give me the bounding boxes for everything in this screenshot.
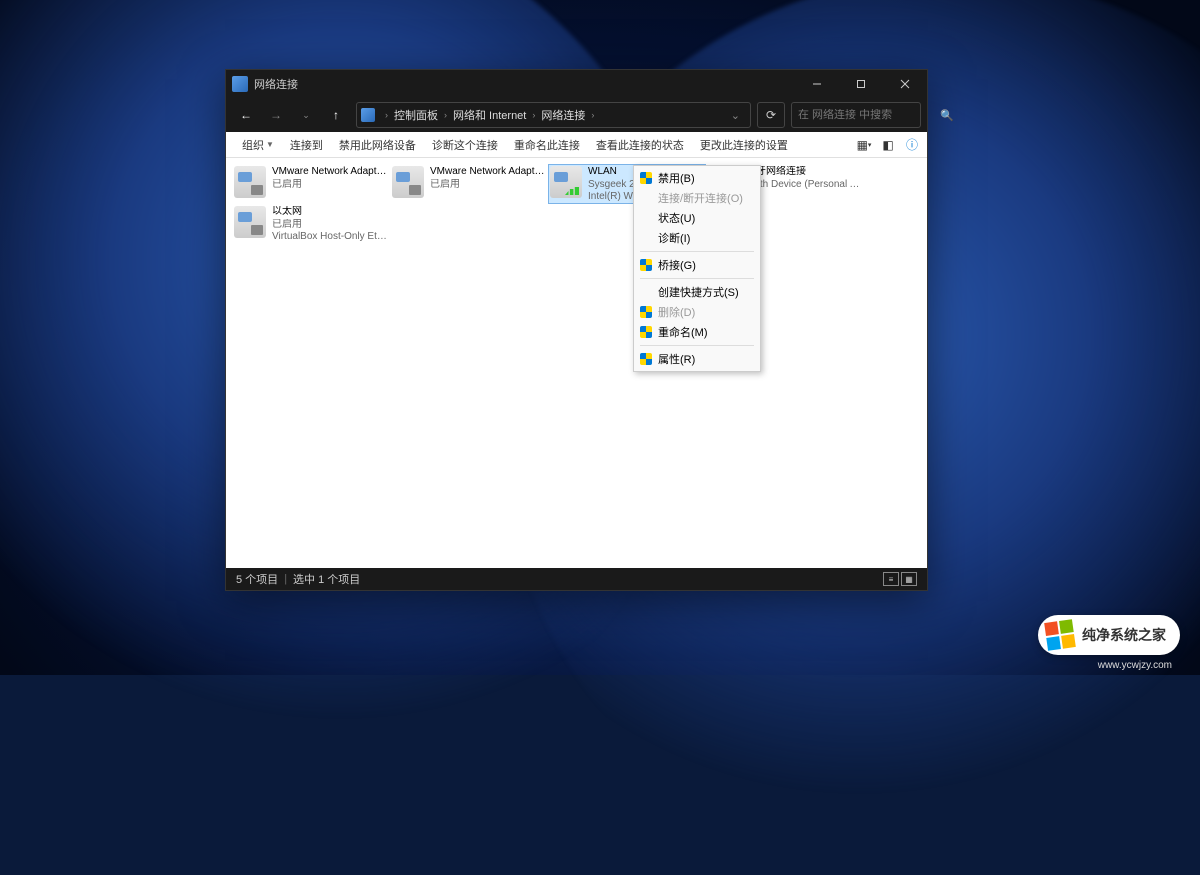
address-dropdown-icon[interactable]: ⌄ [725,109,746,122]
window-icon [232,76,248,92]
breadcrumb-root[interactable]: 控制面板 [394,107,438,123]
adapter-ethernet[interactable]: 以太网已启用VirtualBox Host-Only Ethernet ... [232,204,390,244]
content-area[interactable]: VMware Network Adapter VMnet1已启用 VMware … [226,158,927,568]
ctx-separator [640,251,754,252]
shield-icon [640,353,652,365]
minimize-button[interactable] [795,70,839,98]
disable-device-button[interactable]: 禁用此网络设备 [331,137,424,153]
diagnose-button[interactable]: 诊断这个连接 [424,137,506,153]
chevron-icon: › [591,110,594,120]
address-bar[interactable]: › 控制面板 › 网络和 Internet › 网络连接 › ⌄ [356,102,751,128]
window-buttons [795,70,927,98]
context-menu: 禁用(B) 连接/断开连接(O) 状态(U) 诊断(I) 桥接(G) 创建快捷方… [633,165,761,372]
recent-dropdown[interactable]: ⌄ [292,102,320,128]
up-button[interactable]: ↑ [322,102,350,128]
forward-button[interactable]: → [262,102,290,128]
change-settings-button[interactable]: 更改此连接的设置 [692,137,796,153]
shield-icon [640,259,652,271]
watermark-badge: 纯净系统之家 [1038,615,1180,655]
shield-icon [640,172,652,184]
breadcrumb-leaf[interactable]: 网络连接 [541,107,585,123]
search-icon[interactable]: 🔍 [940,109,954,122]
ctx-shortcut[interactable]: 创建快捷方式(S) [634,282,760,302]
shield-icon [640,306,652,318]
selection-count: 选中 1 个项目 [293,571,360,587]
shield-icon [640,212,652,224]
ctx-properties[interactable]: 属性(R) [634,349,760,369]
watermark-logo-icon [1044,619,1076,651]
ctx-rename[interactable]: 重命名(M) [634,322,760,342]
view-status-button[interactable]: 查看此连接的状态 [588,137,692,153]
chevron-icon: › [444,110,447,120]
ctx-bridge[interactable]: 桥接(G) [634,255,760,275]
adapter-vmnet8[interactable]: VMware Network Adapter VMnet8已启用 [390,164,548,204]
items-grid: VMware Network Adapter VMnet1已启用 VMware … [232,164,921,244]
refresh-button[interactable]: ⟳ [757,102,785,128]
help-icon[interactable]: ⓘ [905,138,919,152]
network-connections-window: 网络连接 ← → ⌄ ↑ › 控制面板 › 网络和 Internet › 网络连… [225,69,928,591]
adapter-icon [392,166,424,198]
address-icon [361,108,375,122]
ctx-separator [640,278,754,279]
shield-icon [640,232,652,244]
item-count: 5 个项目 [236,571,278,587]
ctx-delete[interactable]: 删除(D) [634,302,760,322]
status-bar: 5 个项目 | 选中 1 个项目 ≡ ▦ [226,568,927,590]
maximize-button[interactable] [839,70,883,98]
tiles-view-icon[interactable]: ▦ [901,572,917,586]
shield-icon [640,326,652,338]
adapter-icon [234,166,266,198]
shield-icon [640,286,652,298]
watermark-url: www.ycwjzy.com [1098,660,1172,671]
rename-button[interactable]: 重命名此连接 [506,137,588,153]
search-input[interactable] [798,109,940,121]
window-title: 网络连接 [254,76,298,92]
organize-menu[interactable]: 组织▼ [234,137,282,153]
details-view-icon[interactable]: ≡ [883,572,899,586]
ctx-diagnose[interactable]: 诊断(I) [634,228,760,248]
shield-icon [640,192,652,204]
ctx-connect[interactable]: 连接/断开连接(O) [634,188,760,208]
back-button[interactable]: ← [232,102,260,128]
chevron-icon: › [385,110,388,120]
wifi-adapter-icon [550,166,582,198]
search-box[interactable]: 🔍 [791,102,921,128]
view-options-icon[interactable]: ▦▾ [857,138,871,152]
adapter-vmnet1[interactable]: VMware Network Adapter VMnet1已启用 [232,164,390,204]
ctx-status[interactable]: 状态(U) [634,208,760,228]
close-button[interactable] [883,70,927,98]
chevron-icon: › [532,110,535,120]
command-toolbar: 组织▼ 连接到 禁用此网络设备 诊断这个连接 重命名此连接 查看此连接的状态 更… [226,132,927,158]
titlebar[interactable]: 网络连接 [226,70,927,98]
adapter-icon [234,206,266,238]
ctx-disable[interactable]: 禁用(B) [634,168,760,188]
ctx-separator [640,345,754,346]
connect-to-button[interactable]: 连接到 [282,137,331,153]
watermark-text: 纯净系统之家 [1082,625,1166,645]
nav-bar: ← → ⌄ ↑ › 控制面板 › 网络和 Internet › 网络连接 › ⌄… [226,98,927,132]
preview-pane-icon[interactable]: ◧ [881,138,895,152]
breadcrumb-mid[interactable]: 网络和 Internet [453,107,526,123]
